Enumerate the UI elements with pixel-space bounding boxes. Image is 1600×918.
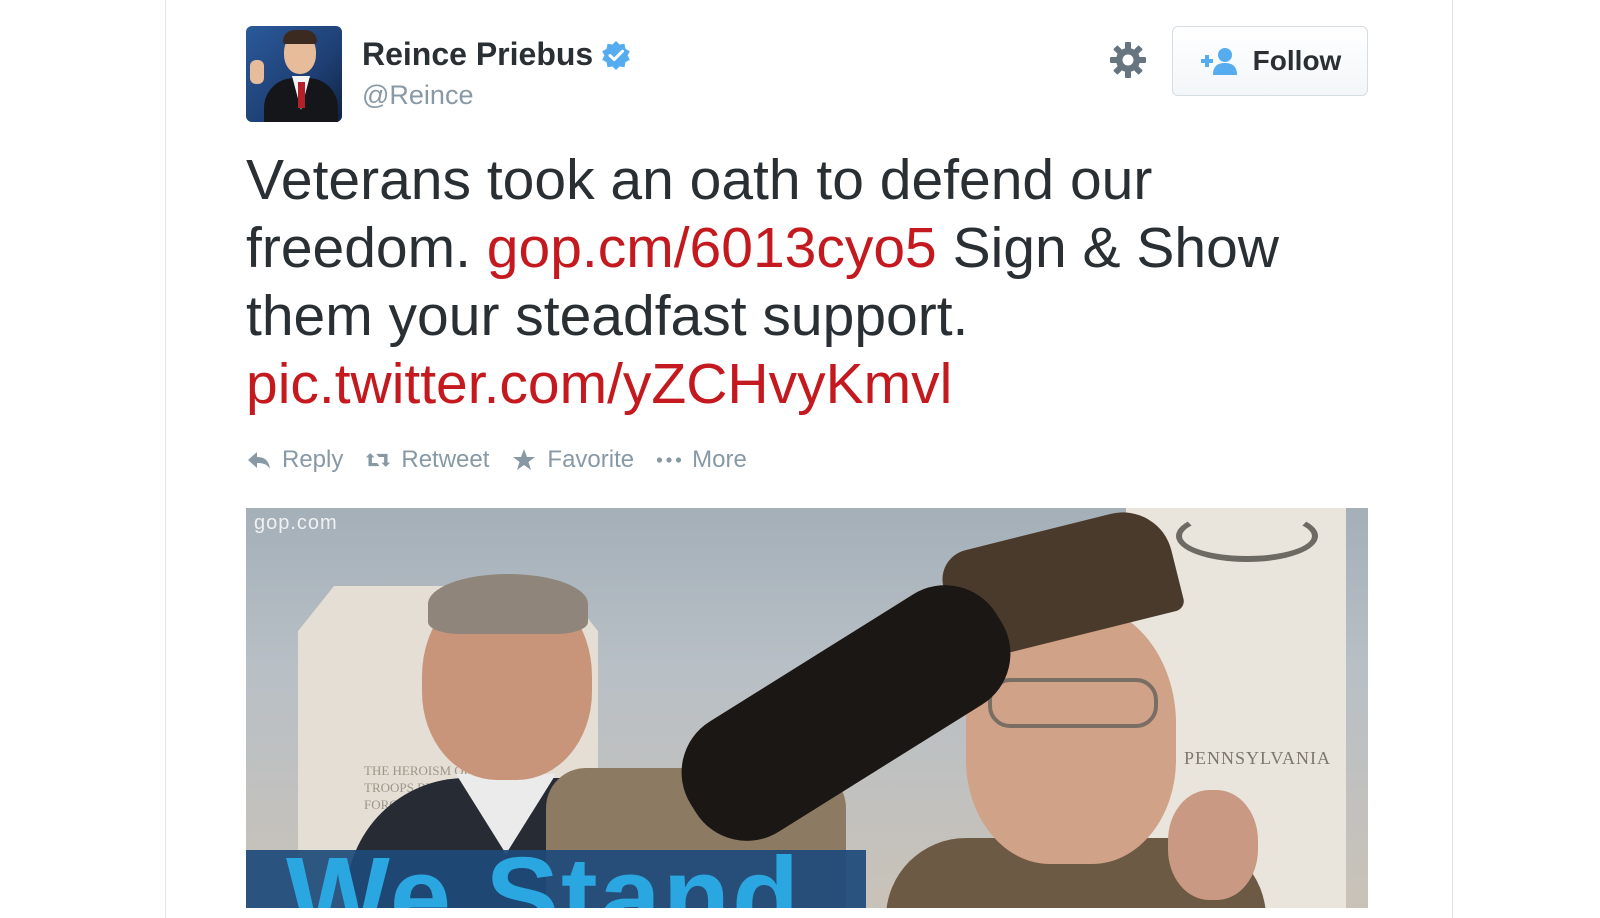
tweet-link-pic[interactable]: pic.twitter.com/yZCHvyKmvl (246, 352, 952, 416)
reply-label: Reply (282, 446, 344, 473)
favorite-label: Favorite (547, 446, 635, 473)
tweet-link-gop[interactable]: gop.cm/6013cyo5 (487, 216, 937, 280)
follow-label: Follow (1252, 45, 1342, 76)
reply-icon (248, 452, 270, 469)
avatar[interactable] (246, 26, 342, 122)
profile-handle[interactable]: @Reince (362, 80, 473, 111)
photo-banner-text: We Stand (286, 835, 802, 909)
follow-button[interactable]: Follow (1172, 26, 1368, 96)
tweet-actions: Reply Retweet Favorite More (246, 446, 769, 474)
more-label: More (692, 446, 747, 473)
follow-user-plus-icon (1200, 48, 1237, 75)
reply-action[interactable]: Reply (246, 446, 343, 474)
tweet-text: Veterans took an oath to defend our free… (246, 146, 1356, 418)
photo-watermark: gop.com (254, 512, 338, 534)
more-dots-icon (656, 457, 682, 463)
tweet-photo[interactable]: The Heroism of Troops by the Force PENNS… (246, 508, 1368, 908)
photo-wreath (1176, 510, 1318, 562)
profile-name[interactable]: Reince Priebus (362, 36, 631, 73)
retweet-action[interactable]: Retweet (365, 446, 489, 474)
photo-veteran-glasses (988, 678, 1158, 728)
photo-person-1-hair (428, 574, 588, 634)
favorite-action[interactable]: Favorite (511, 446, 634, 474)
gear-icon[interactable] (1108, 40, 1148, 80)
retweet-label: Retweet (401, 446, 490, 473)
star-icon (513, 449, 536, 470)
profile-name-text[interactable]: Reince Priebus (362, 36, 593, 73)
photo-person-3-head (1168, 790, 1258, 900)
verified-badge-icon (602, 40, 631, 70)
retweet-icon (366, 453, 391, 467)
photo-sign-text: PENNSYLVANIA (1184, 748, 1332, 768)
more-action[interactable]: More (656, 446, 747, 474)
